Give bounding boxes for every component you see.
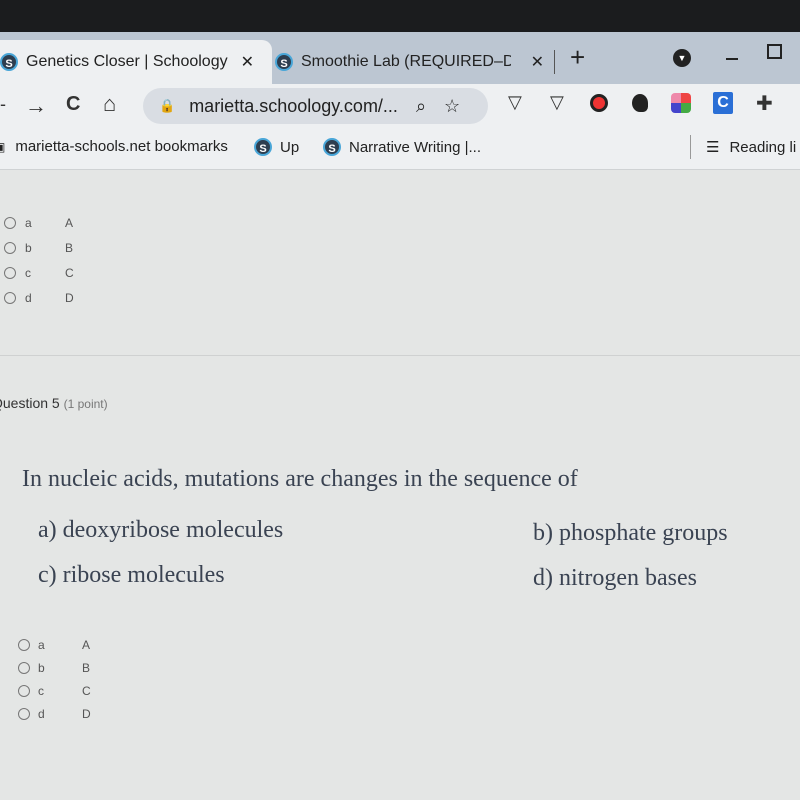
address-bar[interactable]: 🔒 marietta.schoology.com/... ⌕ ☆	[143, 88, 488, 124]
option-a[interactable]: aA	[4, 210, 74, 235]
new-tab-button[interactable]: +	[570, 42, 585, 73]
option-answer: A	[82, 637, 91, 652]
option-d[interactable]: dD	[4, 285, 74, 310]
option-d[interactable]: dD	[18, 702, 91, 725]
option-answer: D	[65, 290, 74, 305]
url-text: marietta.schoology.com/...	[189, 95, 398, 116]
bookmark-label: Narrative Writing |...	[349, 138, 481, 156]
radio-button[interactable]	[4, 216, 16, 229]
radio-button[interactable]	[18, 661, 30, 674]
reading-list-button[interactable]: ☰ Reading li	[706, 138, 797, 157]
minimize-icon[interactable]	[726, 58, 738, 60]
extension-shield-2-icon[interactable]: ▽	[550, 92, 564, 113]
tab-title: Smoothie Lab (REQUIRED–Dea	[301, 53, 511, 70]
choice-d: d) nitrogen bases	[533, 565, 697, 591]
bookmark-up[interactable]: S Up	[254, 138, 299, 156]
option-answer: B	[65, 240, 74, 255]
question-heading: Question 5 (1 point)	[0, 395, 108, 411]
radio-button[interactable]	[18, 638, 30, 651]
schoology-icon: S	[275, 53, 293, 71]
option-letter: c	[25, 265, 31, 280]
tab-search-icon[interactable]: ▼	[673, 49, 691, 67]
lock-icon: 🔒	[159, 98, 176, 113]
reading-list-icon: ☰	[706, 139, 720, 156]
question-divider	[0, 355, 800, 356]
option-answer: D	[82, 706, 91, 721]
question-points: (1 point)	[63, 397, 108, 411]
bookmarks-bar: ▣ marietta-schools.net bookmarks S Up S Nar…	[0, 129, 800, 170]
option-a[interactable]: aA	[18, 633, 91, 656]
radio-button[interactable]	[18, 707, 30, 720]
choice-c: c) ribose molecules	[38, 562, 225, 588]
option-answer: B	[82, 660, 91, 675]
tab-genetics-closer[interactable]: S Genetics Closer | Schoology ✕	[0, 40, 272, 84]
option-b[interactable]: bB	[4, 235, 74, 260]
extension-grid-icon[interactable]	[671, 93, 691, 113]
radio-button[interactable]	[4, 291, 16, 304]
option-letter: b	[38, 660, 45, 675]
tab-strip: S Genetics Closer | Schoology ✕ S Smooth…	[0, 32, 800, 84]
bookmark-label: Up	[280, 138, 300, 156]
schoology-icon: S	[0, 53, 18, 71]
option-letter: a	[25, 215, 32, 230]
extension-leaf-icon[interactable]	[632, 94, 648, 112]
option-letter: c	[38, 683, 44, 698]
schoology-icon: S	[323, 138, 341, 156]
option-letter: a	[38, 637, 45, 652]
radio-button[interactable]	[18, 684, 30, 697]
option-c[interactable]: cC	[18, 679, 91, 702]
option-answer: C	[82, 683, 91, 698]
home-icon[interactable]: ⌂	[103, 91, 116, 117]
tab-divider	[554, 50, 555, 74]
answer-options: aA bB cC dD	[18, 633, 91, 725]
extensions-puzzle-icon[interactable]: ✚	[756, 91, 773, 116]
option-answer: C	[65, 265, 74, 280]
close-tab-icon[interactable]: ✕	[241, 52, 254, 72]
window-top-bar	[0, 0, 800, 32]
bookmark-marietta-schools[interactable]: ▣ marietta-schools.net bookmarks	[0, 138, 228, 155]
question-prompt: In nucleic acids, mutations are changes …	[22, 466, 578, 492]
option-letter: d	[38, 706, 45, 721]
extension-icon[interactable]	[590, 94, 608, 112]
option-letter: b	[25, 240, 32, 255]
reload-icon[interactable]: C	[66, 93, 80, 116]
option-c[interactable]: cC	[4, 260, 74, 285]
forward-icon[interactable]: →	[25, 93, 47, 119]
question-title: Question 5	[0, 395, 60, 411]
tab-title: Genetics Closer | Schoology	[26, 53, 228, 70]
bookmarks-divider	[690, 135, 691, 159]
schoology-icon: S	[254, 138, 272, 156]
close-tab-icon[interactable]: ✕	[531, 52, 544, 72]
folder-icon: ▣	[0, 140, 5, 154]
tab-smoothie-lab[interactable]: S Smoothie Lab (REQUIRED–Dea ✕	[275, 40, 555, 84]
browser-toolbar: - → C ⌂ 🔒 marietta.schoology.com/... ⌕ ☆…	[0, 84, 800, 129]
back-icon[interactable]: -	[0, 94, 6, 115]
bookmark-narrative-writing[interactable]: S Narrative Writing |...	[323, 138, 481, 156]
extension-shield-icon[interactable]: ▽	[508, 92, 522, 113]
radio-button[interactable]	[4, 266, 16, 279]
choice-b: b) phosphate groups	[533, 520, 728, 546]
maximize-icon[interactable]	[767, 44, 782, 59]
radio-button[interactable]	[4, 241, 16, 254]
bookmark-label: marietta-schools.net bookmarks	[15, 138, 228, 155]
bookmark-star-icon[interactable]: ☆	[444, 96, 460, 117]
choice-a: a) deoxyribose molecules	[38, 517, 284, 543]
option-letter: d	[25, 290, 32, 305]
reading-list-label: Reading li	[729, 138, 797, 156]
extension-c-icon[interactable]: C	[713, 92, 733, 114]
option-answer: A	[65, 215, 74, 230]
option-b[interactable]: bB	[18, 656, 91, 679]
previous-question-options: aA bB cC dD	[4, 210, 74, 310]
zoom-icon[interactable]: ⌕	[416, 96, 426, 117]
